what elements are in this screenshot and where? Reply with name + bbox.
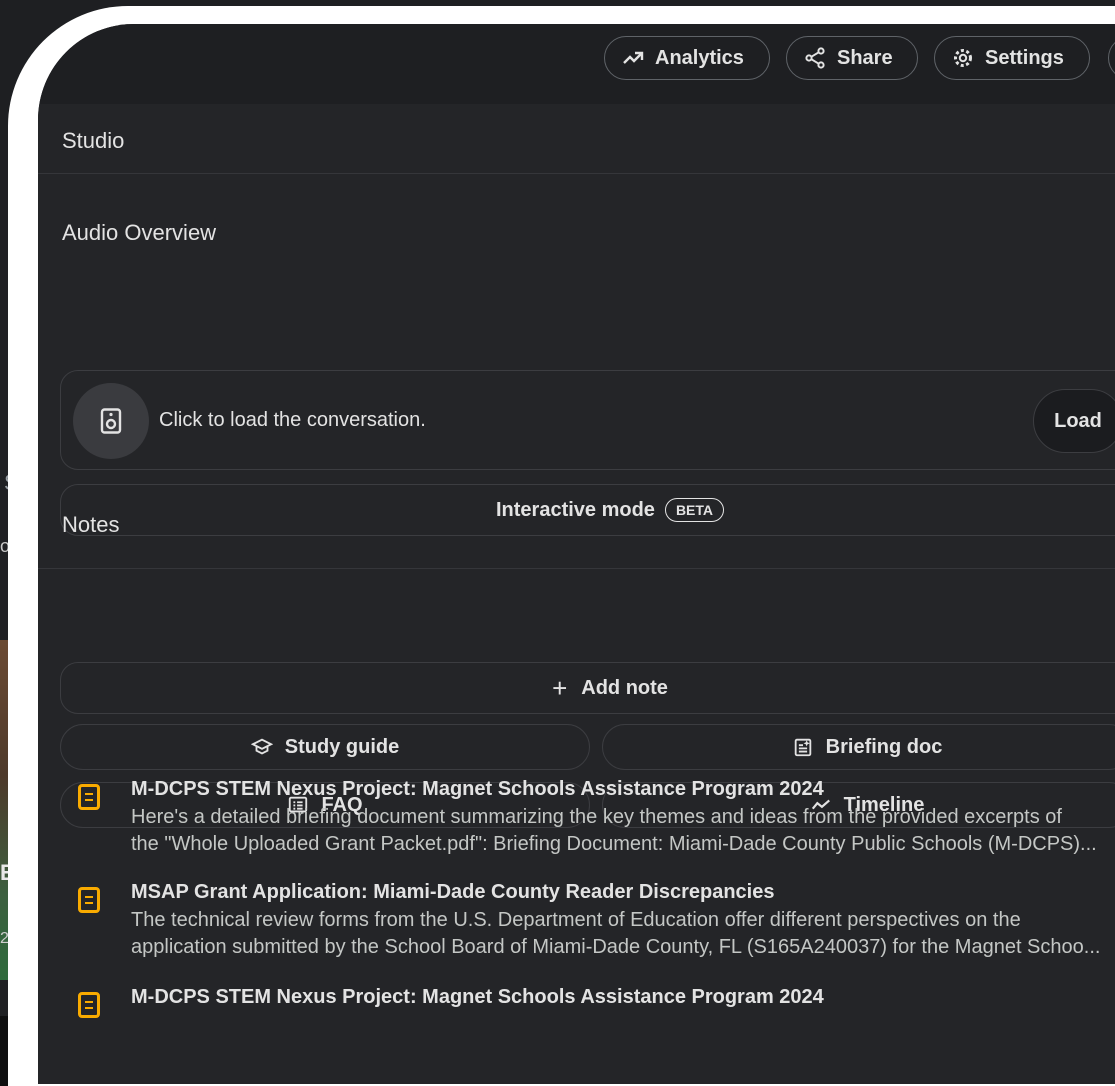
- note-title: MSAP Grant Application: Miami-Dade Count…: [131, 881, 775, 903]
- more-button[interactable]: [1108, 36, 1115, 80]
- briefing-doc-label: Briefing doc: [825, 735, 943, 758]
- note-preview-line: Here's a detailed briefing document summ…: [131, 806, 1062, 828]
- interactive-mode-button[interactable]: Interactive mode BETA: [60, 484, 1115, 536]
- note-preview: The technical review forms from the U.S.…: [131, 907, 1115, 961]
- divider: [38, 173, 1115, 174]
- graduation-cap-icon: [250, 738, 273, 755]
- share-button[interactable]: Share: [786, 36, 918, 80]
- analytics-label: Analytics: [655, 46, 744, 69]
- top-toolbar: Analytics Share Settings: [38, 24, 1115, 104]
- settings-button[interactable]: Settings: [934, 36, 1090, 80]
- note-preview: Here's a detailed briefing document summ…: [131, 804, 1115, 858]
- audio-prompt: Click to load the conversation.: [159, 409, 426, 431]
- audio-overview-title: Audio Overview: [62, 220, 217, 245]
- studio-panel-window: Analytics Share Settings Studio Audio Ov…: [38, 24, 1115, 1084]
- beta-badge: BETA: [664, 498, 725, 522]
- add-note-label: Add note: [581, 676, 668, 699]
- study-guide-label: Study guide: [284, 735, 400, 758]
- share-label: Share: [837, 46, 893, 69]
- plus-icon: +: [552, 672, 568, 703]
- share-icon: [805, 47, 825, 69]
- briefing-doc-button[interactable]: Briefing doc: [602, 724, 1115, 770]
- divider: [38, 568, 1115, 569]
- note-icon: [78, 784, 100, 810]
- analytics-button[interactable]: Analytics: [604, 36, 770, 80]
- settings-label: Settings: [985, 46, 1064, 69]
- interactive-mode-label: Interactive mode: [495, 498, 655, 521]
- gear-icon: [954, 49, 972, 67]
- note-preview-line: the "Whole Uploaded Grant Packet.pdf": B…: [131, 833, 1097, 855]
- load-button[interactable]: Load: [1033, 389, 1115, 453]
- notes-title: Notes: [62, 512, 120, 537]
- note-preview-line: application submitted by the School Boar…: [131, 936, 1101, 958]
- document-sparkle-icon: [794, 738, 811, 757]
- study-guide-button[interactable]: Study guide: [60, 724, 590, 770]
- note-icon: [78, 887, 100, 913]
- audio-overview-card: Click to load the conversation. Load: [60, 370, 1115, 470]
- trending-up-icon: [623, 51, 644, 64]
- note-icon: [78, 992, 100, 1018]
- speaker-icon: [73, 383, 149, 459]
- note-title: M-DCPS STEM Nexus Project: Magnet School…: [131, 986, 824, 1008]
- studio-title: Studio: [62, 128, 125, 153]
- add-note-button[interactable]: + Add note: [60, 662, 1115, 714]
- studio-panel: Studio Audio Overview Click to load the …: [38, 104, 1115, 1084]
- note-title: M-DCPS STEM Nexus Project: Magnet School…: [131, 778, 824, 800]
- note-preview-line: The technical review forms from the U.S.…: [131, 909, 1021, 931]
